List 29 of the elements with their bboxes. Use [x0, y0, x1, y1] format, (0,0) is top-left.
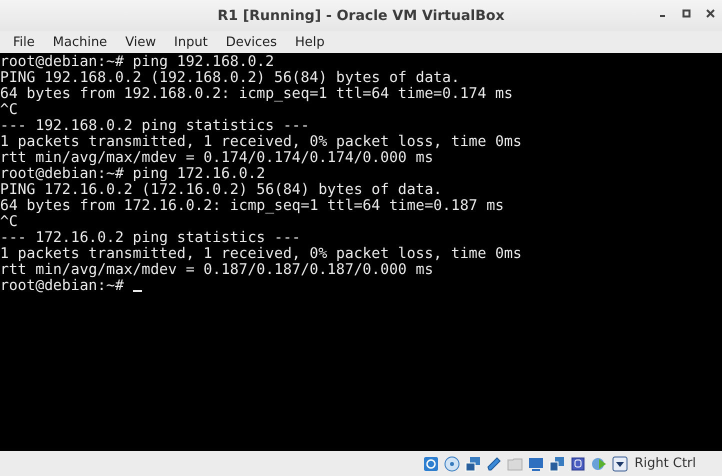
terminal-line: rtt min/avg/max/mdev = 0.187/0.187/0.187/0.000 ms — [0, 262, 434, 278]
terminal-line: rtt min/avg/max/mdev = 0.174/0.174/0.174/0.000 ms — [0, 150, 434, 166]
terminal-line: ^C — [0, 214, 18, 230]
terminal-line: --- 172.16.0.2 ping statistics --- — [0, 230, 301, 246]
terminal-line: root@debian:~# — [0, 278, 124, 294]
terminal-line: PING 192.168.0.2 (192.168.0.2) 56(84) bytes of data. — [0, 70, 460, 86]
close-icon[interactable] — [706, 9, 716, 19]
terminal-line: root@debian:~# ping 192.168.0.2 — [0, 54, 274, 70]
window-title: R1 [Running] - Oracle VM VirtualBox — [217, 8, 505, 24]
menu-item[interactable]: Machine — [44, 34, 116, 50]
windows-icon[interactable] — [548, 456, 564, 472]
menu-item[interactable]: Input — [165, 34, 217, 50]
terminal-line: root@debian:~# ping 172.16.0.2 — [0, 166, 266, 182]
terminal-line: --- 192.168.0.2 ping statistics --- — [0, 118, 310, 134]
terminal-line: ^C — [0, 102, 18, 118]
terminal-line: 64 bytes from 192.168.0.2: icmp_seq=1 ttl=64 time=0.174 ms — [0, 86, 513, 102]
menu-item[interactable]: View — [116, 34, 166, 50]
menu-item[interactable]: Help — [286, 34, 334, 50]
pen-icon[interactable] — [486, 456, 502, 472]
terminal-line: 1 packets transmitted, 1 received, 0% packet loss, time 0ms — [0, 134, 522, 150]
terminal-line: 1 packets transmitted, 1 received, 0% packet loss, time 0ms — [0, 246, 522, 262]
terminal-line: 64 bytes from 172.16.0.2: icmp_seq=1 ttl=64 time=0.187 ms — [0, 198, 504, 214]
menu-item[interactable]: Devices — [216, 34, 286, 50]
optical-disc-icon[interactable] — [444, 456, 460, 472]
maximize-icon[interactable] — [682, 9, 692, 19]
host-key-label: Right Ctrl — [634, 456, 696, 471]
menu-item[interactable]: File — [4, 34, 44, 50]
terminal-line: PING 172.16.0.2 (172.16.0.2) 56(84) bytes of data. — [0, 182, 442, 198]
monitor-icon[interactable] — [528, 456, 544, 472]
